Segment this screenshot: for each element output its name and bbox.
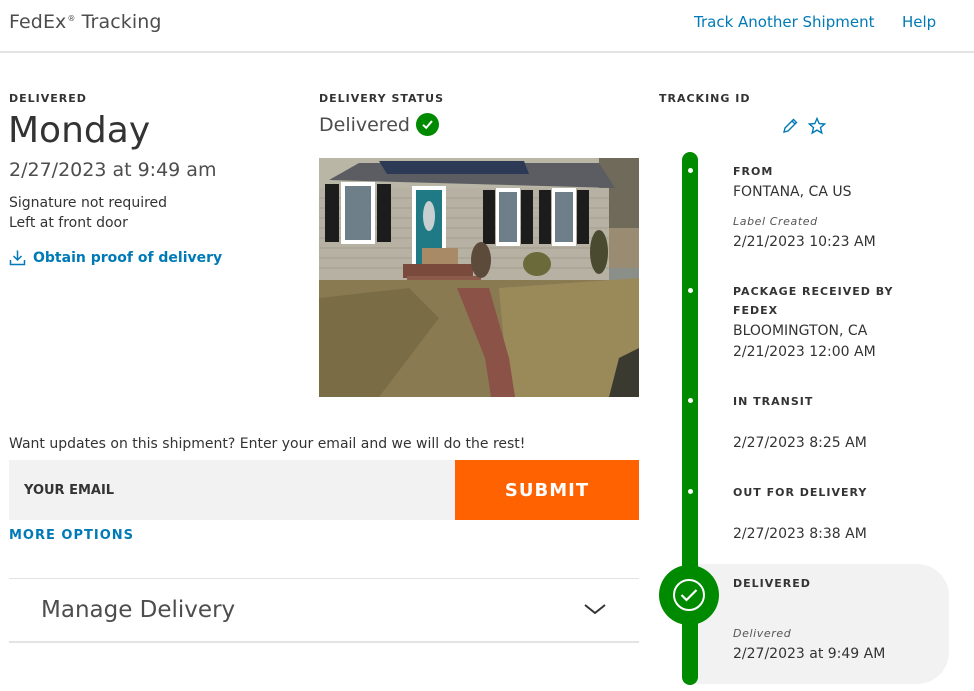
manage-delivery-accordion[interactable]: Manage Delivery	[9, 578, 639, 643]
email-field[interactable]	[9, 460, 455, 520]
delivered-check-icon	[659, 565, 719, 625]
track-another-shipment-link[interactable]: Track Another Shipment	[694, 13, 874, 31]
event-title-received: PACKAGE RECEIVED BY FEDEX	[733, 285, 894, 317]
obtain-proof-link[interactable]: Obtain proof of delivery	[9, 249, 222, 266]
delivery-status: Delivered	[319, 113, 439, 136]
delivered-label: DELIVERED	[9, 92, 87, 105]
left-at-note: Left at front door	[9, 215, 128, 231]
event-title-out-for-delivery: OUT FOR DELIVERY	[733, 486, 868, 499]
event-title-delivered: DELIVERED	[733, 577, 811, 590]
delivery-status-value: Delivered	[319, 113, 410, 136]
obtain-proof-label: Obtain proof of delivery	[33, 249, 223, 266]
event-title-from: FROM	[733, 165, 774, 178]
event-time-from: 2/21/2023 10:23 AM	[733, 234, 876, 250]
brand-suffix: Tracking	[75, 11, 162, 33]
proof-of-delivery-photo[interactable]	[319, 158, 639, 397]
event-time-received: 2/21/2023 12:00 AM	[733, 344, 876, 360]
delivery-datetime: 2/27/2023 at 9:49 am	[9, 159, 217, 181]
tracking-id-label: TRACKING ID	[659, 92, 751, 105]
delivery-status-label: DELIVERY STATUS	[319, 92, 445, 105]
event-note-label-created: Label Created	[733, 215, 818, 228]
event-location-received: BLOOMINGTON, CA	[733, 323, 868, 339]
manage-delivery-title: Manage Delivery	[41, 597, 236, 623]
timeline-dot	[688, 288, 693, 293]
event-location-from: FONTANA, CA US	[733, 184, 852, 200]
check-circle-icon	[415, 113, 439, 136]
help-link[interactable]: Help	[902, 13, 936, 31]
email-updates-prompt: Want updates on this shipment? Enter you…	[9, 436, 526, 452]
timeline-dot	[688, 398, 693, 403]
registered-mark: ®	[67, 13, 76, 23]
pencil-icon[interactable]	[781, 117, 799, 135]
chevron-down-icon	[584, 604, 606, 615]
timeline-dot	[688, 489, 693, 494]
star-icon[interactable]	[808, 117, 826, 135]
download-icon	[9, 250, 26, 266]
signature-note: Signature not required	[9, 195, 168, 211]
brand-logo[interactable]: FedEx® Tracking	[9, 11, 162, 33]
event-title-in-transit: IN TRANSIT	[733, 395, 814, 408]
page-header: FedEx® Tracking Track Another Shipment H…	[0, 0, 974, 53]
event-time-out-for-delivery: 2/27/2023 8:38 AM	[733, 526, 867, 542]
more-options-link[interactable]: MORE OPTIONS	[9, 528, 134, 543]
submit-button[interactable]: SUBMIT	[455, 460, 639, 520]
event-time-in-transit: 2/27/2023 8:25 AM	[733, 435, 867, 451]
timeline-dot	[688, 168, 693, 173]
event-note-delivered: Delivered	[733, 627, 792, 640]
brand-name: FedEx	[9, 11, 67, 33]
tracking-id-actions	[781, 117, 826, 135]
delivery-day: Monday	[8, 110, 151, 151]
event-time-delivered: 2/27/2023 at 9:49 AM	[733, 646, 886, 662]
